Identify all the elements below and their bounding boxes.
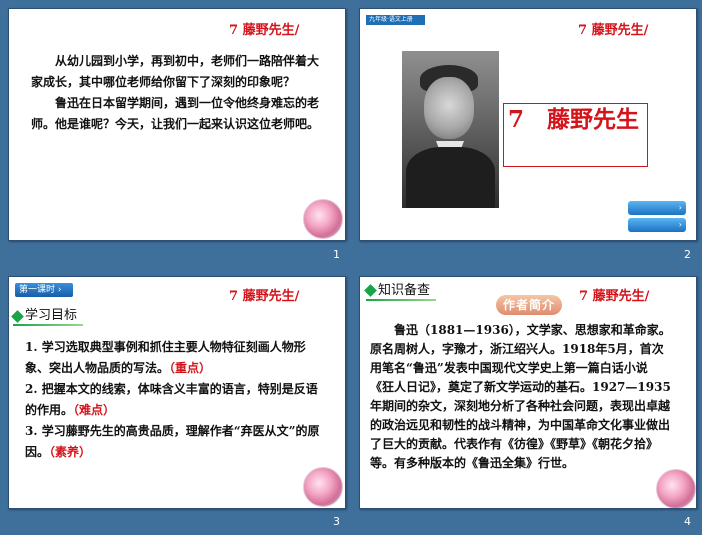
slide-title: 7 藤野先生/ xyxy=(578,23,649,38)
goal-list: 1. 学习选取典型事例和抓住主要人物特征刻画人物形象、突出人物品质的写法。（重点… xyxy=(25,337,325,463)
section-heading: 学习目标 xyxy=(25,308,78,323)
textbook-badge: 九年级·语文上册 xyxy=(366,15,425,25)
cherry-blossom-icon xyxy=(656,469,696,508)
portrait-photo xyxy=(402,51,499,208)
goal-item: 2. 把握本文的线索，体味含义丰富的语言，特别是反语的作用。（难点） xyxy=(25,382,318,417)
slide-3[interactable]: 第一课时 › 7 藤野先生/ 学习目标 1. 学习选取典型事例和抓住主要人物特征… xyxy=(8,276,346,509)
bio-line: 鲁迅（1881—1936），文学家、思想家和革命家。原名周树人，字豫才，浙江绍兴… xyxy=(370,323,671,375)
slide-number: 1 xyxy=(333,248,340,261)
paragraph: 从幼儿园到小学，再到初中，老师们一路陪伴着大家成长，其中哪位老师给你留下了深刻的… xyxy=(31,54,320,89)
bullet-diamond-icon xyxy=(364,284,377,297)
goal-item: 1. 学习选取典型事例和抓住主要人物特征刻画人物形象、突出人物品质的写法。（重点… xyxy=(25,340,306,375)
paragraph: 鲁迅在日本留学期间，遇到一位令他终身难忘的老师。他是谁呢？今天，让我们一起来认识… xyxy=(31,96,320,131)
slide-number: 2 xyxy=(684,248,691,261)
author-bio: 鲁迅（1881—1936），文学家、思想家和革命家。原名周树人，字豫才，浙江绍兴… xyxy=(370,321,675,473)
slide-4[interactable]: 知识备查 7 藤野先生/ 作者简介 鲁迅（1881—1936），文学家、思想家和… xyxy=(359,276,697,509)
slide-1[interactable]: 7 藤野先生/ 从幼儿园到小学，再到初中，老师们一路陪伴着大家成长，其中哪位老师… xyxy=(8,8,346,241)
goal-tag: （重点） xyxy=(169,361,212,375)
slide-title: 7 藤野先生/ xyxy=(579,289,650,304)
lesson-title: 7 藤野先生 xyxy=(503,103,648,167)
section-underline xyxy=(366,299,436,301)
slide-2[interactable]: 九年级·语文上册 7 藤野先生/ 7 藤野先生 › › xyxy=(359,8,697,241)
nav-next-button[interactable]: › xyxy=(628,201,686,215)
nav-next-button[interactable]: › xyxy=(628,218,686,232)
slide-title: 7 藤野先生/ xyxy=(229,23,300,38)
author-intro-banner: 作者简介 xyxy=(496,295,562,315)
slide-number: 4 xyxy=(684,515,691,528)
bullet-diamond-icon xyxy=(11,310,24,323)
slide-title: 7 藤野先生/ xyxy=(229,289,300,304)
section-heading: 知识备查 xyxy=(378,283,431,298)
slide-body: 从幼儿园到小学，再到初中，老师们一路陪伴着大家成长，其中哪位老师给你留下了深刻的… xyxy=(31,51,326,135)
goal-item: 3. 学习藤野先生的高贵品质，理解作者“弃医从文”的原因。（素养） xyxy=(25,424,320,459)
goal-tag: （素养） xyxy=(49,445,92,459)
section-underline xyxy=(13,324,83,326)
bio-line: 《狂人日记》，奠定了新文学运动的基石。1927—1935年期间的杂文，深刻地分析… xyxy=(370,380,671,470)
goal-tag: （难点） xyxy=(73,403,116,417)
cherry-blossom-icon xyxy=(303,467,343,507)
cherry-blossom-icon xyxy=(303,199,343,239)
lesson-period-button[interactable]: 第一课时 › xyxy=(15,283,73,297)
slide-number: 3 xyxy=(333,515,340,528)
